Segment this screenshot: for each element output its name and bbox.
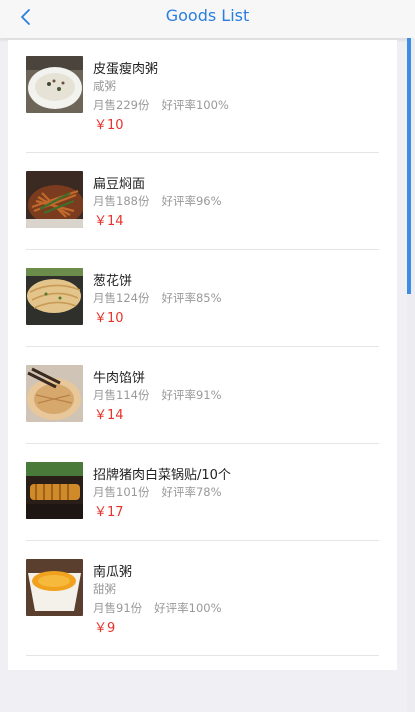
goods-stats: 月售114份 好评率91% bbox=[93, 387, 222, 403]
goods-name: 南瓜粥 bbox=[93, 565, 133, 580]
rating: 好评率100% bbox=[161, 98, 229, 112]
goods-desc: 咸粥 bbox=[93, 79, 116, 93]
goods-name: 扁豆焖面 bbox=[93, 177, 146, 192]
sales-count: 月售91份 bbox=[93, 601, 143, 615]
goods-stats: 月售91份 好评率100% bbox=[93, 600, 222, 616]
rating: 好评率78% bbox=[161, 485, 222, 499]
rating: 好评率85% bbox=[161, 291, 222, 305]
food-thumbnail bbox=[26, 56, 83, 113]
goods-stats: 月售101份 好评率78% bbox=[93, 484, 222, 500]
nav-bar: Goods List bbox=[0, 0, 415, 39]
divider bbox=[26, 152, 379, 153]
food-thumbnail bbox=[26, 268, 83, 325]
rating: 好评率96% bbox=[161, 194, 222, 208]
divider bbox=[26, 346, 379, 347]
rating: 好评率100% bbox=[154, 601, 222, 615]
goods-price: ￥10 bbox=[94, 311, 124, 326]
goods-name: 牛肉馅饼 bbox=[93, 371, 146, 386]
sales-count: 月售124份 bbox=[93, 291, 150, 305]
goods-price: ￥17 bbox=[94, 505, 124, 520]
sales-count: 月售114份 bbox=[93, 388, 150, 402]
rating: 好评率91% bbox=[161, 388, 222, 402]
page-scrollbar-thumb[interactable] bbox=[407, 38, 411, 294]
goods-stats: 月售124份 好评率85% bbox=[93, 290, 222, 306]
goods-name: 葱花饼 bbox=[93, 274, 133, 289]
goods-price: ￥14 bbox=[94, 214, 124, 229]
goods-stats: 月售229份 好评率100% bbox=[93, 97, 229, 113]
divider bbox=[26, 655, 379, 656]
goods-name: 招牌猪肉白菜锅贴/10个 bbox=[93, 468, 231, 483]
food-thumbnail bbox=[26, 365, 83, 422]
food-thumbnail bbox=[26, 171, 83, 228]
goods-desc: 甜粥 bbox=[93, 582, 116, 596]
goods-price: ￥10 bbox=[94, 118, 124, 133]
food-thumbnail bbox=[26, 462, 83, 519]
goods-stats: 月售188份 好评率96% bbox=[93, 193, 222, 209]
divider bbox=[26, 249, 379, 250]
goods-price: ￥14 bbox=[94, 408, 124, 423]
divider bbox=[26, 540, 379, 541]
goods-price: ￥9 bbox=[94, 621, 116, 636]
page-title: Goods List bbox=[165, 6, 250, 25]
goods-name: 皮蛋瘦肉粥 bbox=[93, 62, 159, 77]
sales-count: 月售101份 bbox=[93, 485, 150, 499]
goods-list[interactable]: 皮蛋瘦肉粥 咸粥 月售229份 好评率100% ￥10 扁豆焖面 月售188份 好评… bbox=[8, 40, 397, 670]
sales-count: 月售188份 bbox=[93, 194, 150, 208]
sales-count: 月售229份 bbox=[93, 98, 150, 112]
divider bbox=[26, 443, 379, 444]
food-thumbnail bbox=[26, 559, 83, 616]
